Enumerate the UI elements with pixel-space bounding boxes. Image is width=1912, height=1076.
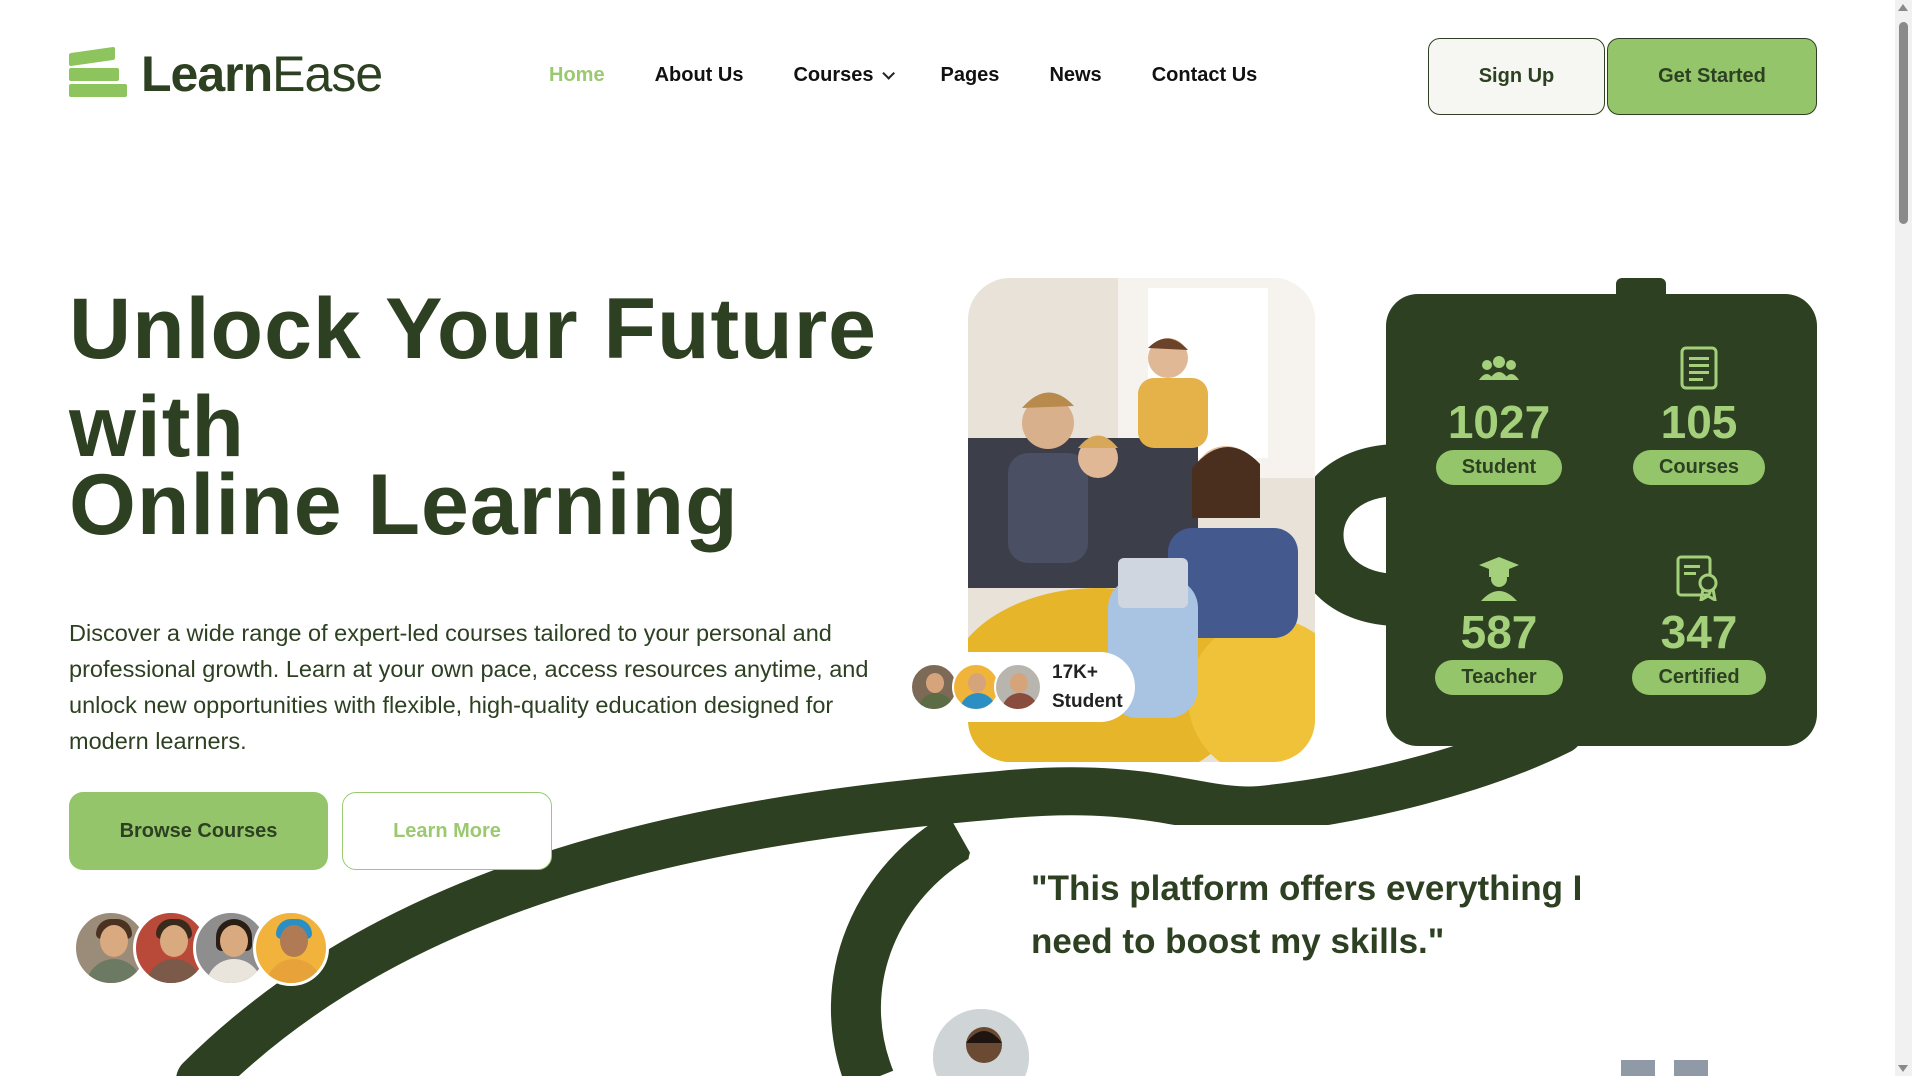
stat-value: 1027 xyxy=(1447,396,1551,448)
nav-pages[interactable]: Pages xyxy=(941,64,1000,87)
nav-courses[interactable]: Courses xyxy=(793,64,895,87)
avatar xyxy=(253,910,329,986)
logo-text: LearnEase xyxy=(141,46,383,102)
signup-button[interactable]: Sign Up xyxy=(1428,38,1605,115)
avatar xyxy=(994,663,1042,711)
hero-description: Discover a wide range of expert-led cour… xyxy=(69,620,869,754)
scroll-up-icon[interactable] xyxy=(1898,4,1908,11)
nav-home[interactable]: Home xyxy=(549,64,605,87)
users-icon xyxy=(1479,356,1519,380)
stat-label: Certified xyxy=(1632,660,1766,695)
scrollbar[interactable] xyxy=(1895,0,1912,1076)
stat-students: 1027 Student xyxy=(1409,342,1589,485)
hero-title: Unlock Your Future with Online Learning xyxy=(69,280,949,554)
stat-teachers: 587 Teacher xyxy=(1409,552,1589,695)
certificate-icon xyxy=(1676,555,1718,601)
stats-panel: 1027 Student 105 Courses 587 Teacher 347… xyxy=(1386,294,1817,746)
nav-news[interactable]: News xyxy=(1049,64,1101,87)
logo-mark-icon xyxy=(69,46,129,100)
stat-value: 587 xyxy=(1460,606,1538,658)
stat-label: Student xyxy=(1435,450,1563,485)
document-icon xyxy=(1680,346,1718,390)
avatar xyxy=(952,663,1000,711)
quote-mark-icon xyxy=(1674,1060,1708,1076)
main-nav: Home About Us Courses Pages News Contact… xyxy=(549,64,1307,87)
logo[interactable]: LearnEase xyxy=(69,46,383,102)
get-started-button[interactable]: Get Started xyxy=(1607,38,1817,115)
stat-label: Teacher xyxy=(1435,660,1563,695)
stat-label: Courses xyxy=(1632,450,1766,485)
learn-more-button[interactable]: Learn More xyxy=(342,792,552,870)
graduate-icon xyxy=(1479,557,1519,601)
hero-title-line1: Unlock Your Future xyxy=(69,281,877,377)
testimonial-quote: "This platform offers everything I need … xyxy=(1031,869,1583,961)
stat-courses: 105 Courses xyxy=(1609,342,1789,485)
scroll-down-icon[interactable] xyxy=(1898,1065,1908,1072)
stat-certified: 347 Certified xyxy=(1609,552,1789,695)
scrollbar-thumb[interactable] xyxy=(1899,22,1908,224)
quote-mark-icon xyxy=(1621,1060,1655,1076)
chevron-down-icon xyxy=(881,67,895,80)
browse-courses-button[interactable]: Browse Courses xyxy=(69,792,328,870)
avatar xyxy=(910,663,958,711)
student-count-text: 17K+ Student xyxy=(1052,662,1123,712)
hero-title-line3: Online Learning xyxy=(69,457,739,553)
nav-contact[interactable]: Contact Us xyxy=(1152,64,1258,87)
stat-value: 347 xyxy=(1660,606,1738,658)
nav-about[interactable]: About Us xyxy=(655,64,744,87)
stat-value: 105 xyxy=(1660,396,1738,448)
student-count-badge: 17K+ Student xyxy=(906,652,1135,722)
